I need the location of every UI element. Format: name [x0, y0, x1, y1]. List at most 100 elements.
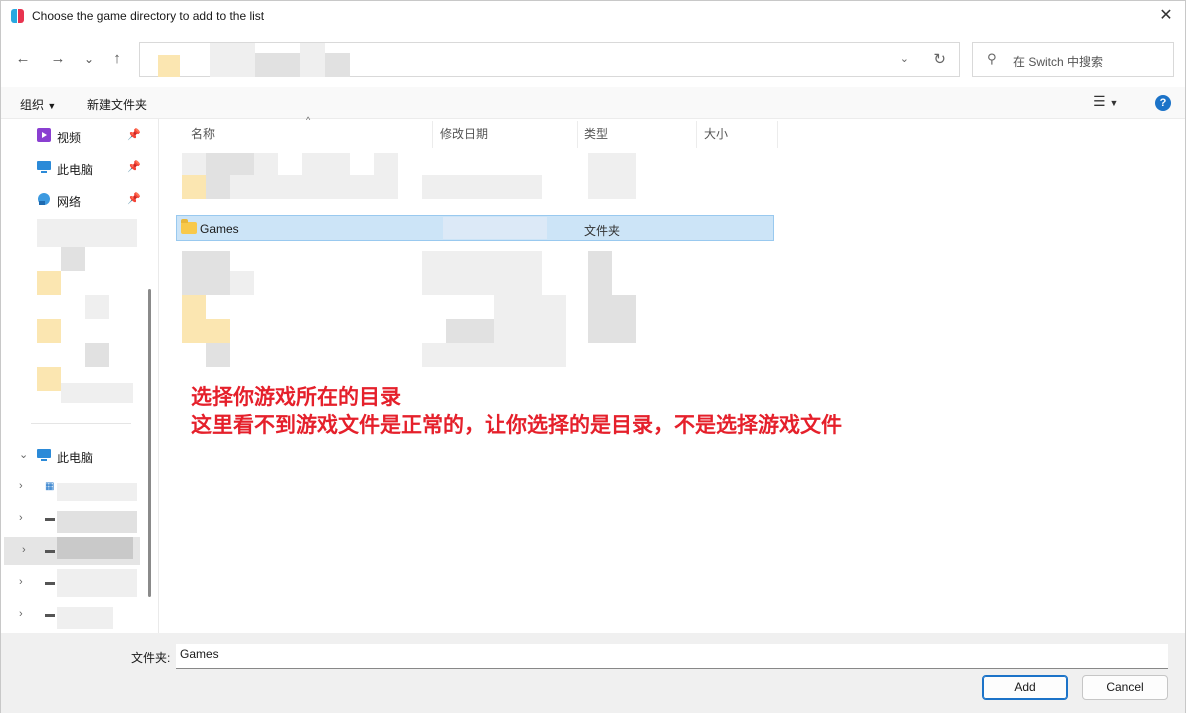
column-divider[interactable] — [696, 121, 697, 148]
column-header-modified[interactable]: 修改日期 — [440, 125, 488, 142]
add-button[interactable]: Add — [982, 675, 1068, 700]
redacted-row — [206, 153, 254, 175]
redacted-date — [443, 217, 547, 239]
redacted-drive-label — [57, 483, 137, 501]
chevron-down-icon[interactable]: ⌄ — [19, 448, 28, 461]
windows-drive-icon: ▦ — [45, 481, 55, 492]
redacted-row — [588, 295, 636, 343]
redacted-row — [182, 175, 206, 199]
redacted-row — [182, 295, 206, 319]
redacted-drive-label — [57, 511, 137, 533]
sidebar-item-label: 网络 — [57, 195, 82, 209]
sidebar-item-label: 此电脑 — [57, 163, 94, 177]
table-row-selected[interactable]: Games 文件夹 — [176, 215, 774, 241]
sidebar-item-this-pc-tree[interactable]: ⌄ 此电脑 — [1, 441, 151, 469]
forward-button[interactable]: → — [48, 49, 68, 69]
redacted-item — [61, 247, 85, 271]
drive-icon: ▬ — [45, 577, 55, 588]
redacted-row — [588, 153, 636, 199]
redacted-row — [422, 343, 566, 367]
up-button[interactable]: ↑ — [107, 49, 127, 69]
sidebar-item-label: 视频 — [57, 131, 82, 145]
command-bar: 组织 ▼ 新建文件夹 ☰ ▼ ? — [1, 87, 1185, 119]
address-bar[interactable]: ⌄ ↻ — [139, 42, 960, 77]
redacted-row — [206, 343, 230, 367]
refresh-icon[interactable]: ↻ — [933, 50, 946, 68]
address-dropdown-icon[interactable]: ⌄ — [900, 52, 909, 65]
redacted-path — [210, 43, 255, 77]
folder-label: 文件夹: — [131, 651, 171, 665]
sidebar-scrollbar[interactable] — [148, 289, 151, 597]
pin-icon: 📌 — [127, 161, 141, 173]
sidebar-item-this-pc[interactable]: 此电脑 📌 — [1, 153, 151, 181]
organize-button[interactable]: 组织 ▼ — [20, 96, 56, 113]
video-icon — [37, 128, 51, 142]
redacted-item — [61, 383, 133, 403]
chevron-right-icon[interactable]: › — [19, 576, 23, 588]
drive-item[interactable]: › ▬ — [1, 601, 151, 629]
redacted-row — [182, 153, 206, 175]
column-header-type[interactable]: 类型 — [584, 125, 608, 142]
row-type: 文件夹 — [584, 224, 621, 238]
redacted-item — [37, 367, 61, 391]
folder-icon — [181, 219, 197, 234]
chevron-right-icon[interactable]: › — [19, 512, 23, 524]
redacted-row — [588, 251, 612, 295]
redacted-row — [230, 271, 254, 295]
close-button[interactable]: ✕ — [1155, 5, 1177, 27]
sidebar-item-videos[interactable]: 视频 📌 — [1, 121, 151, 149]
sort-ascending-icon: ^ — [306, 115, 311, 125]
redacted-item — [37, 219, 137, 247]
search-placeholder: 在 Switch 中搜索 — [1013, 55, 1104, 69]
column-divider[interactable] — [577, 121, 578, 148]
column-divider[interactable] — [432, 121, 433, 148]
file-list: ^ 名称 修改日期 类型 大小 Games 文件夹 选择你游戏所在的目录 这里看… — [160, 115, 1185, 633]
redacted-row — [374, 153, 398, 175]
back-button[interactable]: ← — [13, 49, 33, 69]
chevron-right-icon[interactable]: › — [19, 608, 23, 620]
redacted-item — [85, 295, 109, 319]
help-icon[interactable]: ? — [1155, 95, 1171, 111]
drive-icon: ▬ — [45, 513, 55, 524]
drive-item[interactable]: › ▬ — [1, 505, 151, 533]
chevron-right-icon[interactable]: › — [22, 544, 26, 556]
red-annotation: 选择你游戏所在的目录 这里看不到游戏文件是正常的，让你选择的是目录，不是选择游戏… — [191, 383, 842, 439]
cancel-button[interactable]: Cancel — [1082, 675, 1168, 700]
annotation-line-1: 选择你游戏所在的目录 — [191, 385, 401, 409]
redacted-drive-label — [57, 569, 137, 597]
redacted-path — [325, 53, 350, 77]
column-header-name[interactable]: 名称 — [191, 125, 215, 142]
drive-item[interactable]: › ▦ — [1, 473, 151, 501]
redacted-row — [422, 251, 542, 295]
divider — [31, 423, 131, 424]
redacted-drive-label — [57, 607, 113, 629]
network-icon — [38, 193, 50, 205]
search-box[interactable]: ⚲ 在 Switch 中搜索 — [972, 42, 1174, 77]
navigation-bar: ← → ⌄ ↑ ⌄ ↻ ⚲ 在 Switch 中搜索 — [1, 32, 1185, 87]
redacted-row — [494, 295, 566, 343]
recent-locations-button[interactable]: ⌄ — [79, 49, 99, 69]
new-folder-button[interactable]: 新建文件夹 — [87, 96, 147, 113]
column-header-size[interactable]: 大小 — [704, 125, 728, 142]
redacted-drive-label — [57, 537, 133, 559]
window-title: Choose the game directory to add to the … — [32, 9, 265, 23]
drive-item[interactable]: › ▬ — [1, 569, 151, 597]
column-divider[interactable] — [777, 121, 778, 148]
pin-icon: 📌 — [127, 129, 141, 141]
folder-name-input[interactable]: Games — [176, 644, 1168, 669]
annotation-line-2: 这里看不到游戏文件是正常的，让你选择的是目录，不是选择游戏文件 — [191, 413, 842, 437]
title-bar: Choose the game directory to add to the … — [1, 1, 1185, 32]
chevron-right-icon[interactable]: › — [19, 480, 23, 492]
folder-icon — [158, 55, 180, 77]
drive-icon: ▬ — [45, 545, 55, 556]
redacted-row — [206, 175, 230, 199]
sidebar-item-network[interactable]: 网络 📌 — [1, 185, 151, 213]
dialog-footer: 文件夹: Games Add Cancel — [1, 633, 1185, 713]
drive-item-selected[interactable]: › ▬ — [4, 537, 140, 565]
row-name: Games — [200, 222, 239, 236]
view-options-button[interactable]: ☰ ▼ — [1093, 93, 1118, 110]
sidebar-item-label: 此电脑 — [57, 451, 94, 465]
navigation-pane: 视频 📌 此电脑 📌 网络 📌 ⌄ 此电脑 › ▦ › ▬ › ▬ › ▬ › … — [1, 119, 159, 633]
redacted-row — [254, 153, 278, 175]
file-dialog-window: Choose the game directory to add to the … — [0, 0, 1186, 713]
